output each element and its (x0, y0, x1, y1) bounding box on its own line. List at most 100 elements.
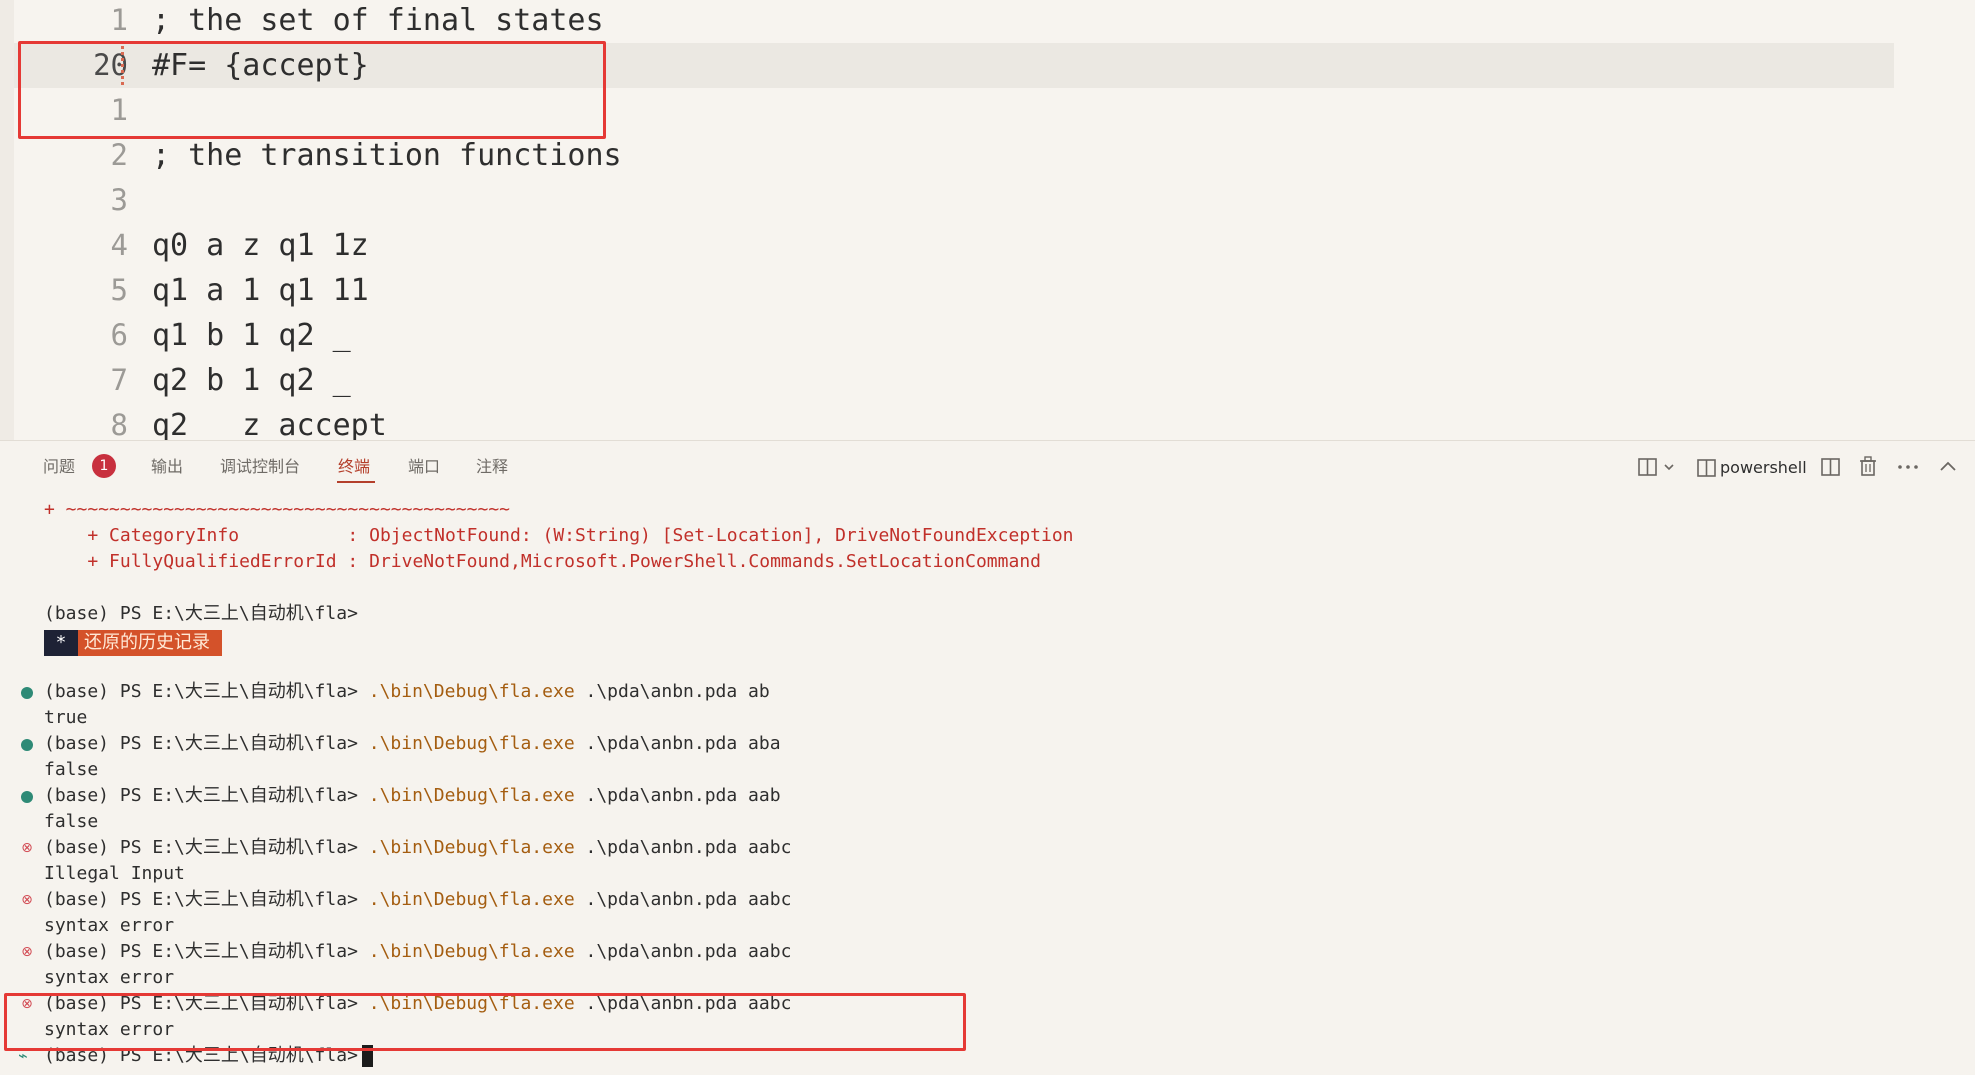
terminal-command-line: (base) PS E:\大三上\自动机\fla> .\bin\Debug\fl… (44, 939, 791, 965)
code-text[interactable]: q1 a 1 q1 11 (152, 268, 369, 313)
terminal-error-line: + CategoryInfo : ObjectNotFound: (W:Stri… (44, 525, 1074, 546)
code-line-current[interactable]: 20 #F= {accept} (14, 43, 1894, 88)
code-line[interactable]: 3 (14, 178, 1894, 223)
prompt-text: (base) PS E:\大三上\自动机\fla> (44, 1045, 358, 1066)
command-text: .\bin\Debug\fla.exe (368, 889, 575, 910)
code-text[interactable]: q2 z accept (152, 403, 387, 440)
command-text: .\bin\Debug\fla.exe (368, 837, 575, 858)
code-text[interactable]: #F= {accept} (152, 43, 369, 88)
terminal-profile-button[interactable]: powershell (1696, 454, 1807, 480)
terminal-output-line: Illegal Input (44, 863, 185, 884)
terminal-prompt-line: (base) PS E:\大三上\自动机\fla> (44, 601, 358, 627)
prompt-text: (base) PS E:\大三上\自动机\fla> (44, 603, 358, 624)
split-layout-icon (1638, 458, 1674, 476)
restored-history-banner: * 还原的历史记录 (44, 630, 222, 656)
terminal-output-line: false (44, 759, 99, 780)
command-args: .\pda\anbn.pda aabc (585, 889, 792, 910)
kill-terminal-button[interactable] (1857, 454, 1879, 480)
chevron-up-icon (1940, 461, 1956, 471)
command-args: .\pda\anbn.pda aabc (585, 941, 792, 962)
command-text: .\bin\Debug\fla.exe (368, 785, 575, 806)
restore-text: 还原的历史记录 (84, 632, 210, 653)
line-number: 8 (110, 408, 128, 440)
split-layout-button[interactable] (1637, 454, 1679, 480)
code-line[interactable]: 4 q0 a z q1 1z (14, 223, 1894, 268)
panel-tab-bar: 问题 1 输出 调试控制台 终端 端口 注释 powershell (0, 441, 1975, 491)
command-args: .\pda\anbn.pda aabc (585, 837, 792, 858)
prompt-text: (base) PS E:\大三上\自动机\fla> (44, 733, 358, 754)
code-line[interactable]: 5 q1 a 1 q1 11 (14, 268, 1894, 313)
more-icon (1898, 465, 1918, 469)
modified-line-gutter-marker (121, 46, 124, 88)
line-number: 2 (110, 138, 128, 172)
bottom-panel: 问题 1 输出 调试控制台 终端 端口 注释 powershell + ~~~~… (0, 441, 1975, 1075)
command-args: .\pda\anbn.pda aba (585, 733, 781, 754)
command-error-decoration-icon[interactable]: ⊗ (20, 945, 34, 960)
trash-icon (1860, 456, 1876, 476)
terminal-output-line: syntax error (44, 1019, 175, 1040)
line-number: 7 (110, 363, 128, 397)
code-line[interactable]: 8 q2 z accept (14, 403, 1894, 440)
tab-ports[interactable]: 端口 (408, 455, 440, 479)
command-text: .\bin\Debug\fla.exe (368, 993, 575, 1014)
split-terminal-icon (1821, 458, 1840, 476)
prompt-text: (base) PS E:\大三上\自动机\fla> (44, 837, 358, 858)
code-editor[interactable]: 1 ; the set of final states 20 #F= {acce… (0, 0, 1975, 440)
command-text: .\bin\Debug\fla.exe (368, 941, 575, 962)
code-text[interactable]: ; the transition functions (152, 133, 622, 178)
line-number: 1 (110, 3, 128, 37)
terminal-error-line: + ~~~~~~~~~~~~~~~~~~~~~~~~~~~~~~~~~~~~~~… (44, 499, 510, 520)
command-success-decoration-icon[interactable] (21, 739, 33, 751)
prompt-text: (base) PS E:\大三上\自动机\fla> (44, 889, 358, 910)
command-args: .\pda\anbn.pda aab (585, 785, 781, 806)
prompt-text: (base) PS E:\大三上\自动机\fla> (44, 993, 358, 1014)
tab-output[interactable]: 输出 (151, 455, 183, 479)
command-args: .\pda\anbn.pda ab (585, 681, 770, 702)
command-success-decoration-icon[interactable] (21, 791, 33, 803)
command-success-decoration-icon[interactable] (21, 687, 33, 699)
terminal-profile-label: powershell (1720, 457, 1807, 477)
command-text: .\bin\Debug\fla.exe (368, 733, 575, 754)
terminal-output-line: false (44, 811, 99, 832)
command-text: .\bin\Debug\fla.exe (368, 681, 575, 702)
terminal-cursor (361, 1045, 373, 1067)
terminal-output-line: true (44, 707, 88, 728)
command-error-decoration-icon[interactable]: ⊗ (20, 841, 34, 856)
code-line[interactable]: 2 ; the transition functions (14, 133, 1894, 178)
prompt-decoration-icon[interactable]: ⌁ (18, 1046, 28, 1066)
terminal-output-line: syntax error (44, 915, 175, 936)
prompt-text: (base) PS E:\大三上\自动机\fla> (44, 941, 358, 962)
command-error-decoration-icon[interactable]: ⊗ (20, 997, 34, 1012)
more-actions-button[interactable] (1896, 454, 1920, 480)
terminal-input-line[interactable]: (base) PS E:\大三上\自动机\fla> (44, 1043, 373, 1069)
code-text[interactable]: q0 a z q1 1z (152, 223, 369, 268)
code-line[interactable]: 1 (14, 88, 1894, 133)
command-args: .\pda\anbn.pda aabc (585, 993, 792, 1014)
editor-left-strip (0, 0, 14, 440)
command-error-decoration-icon[interactable]: ⊗ (20, 893, 34, 908)
code-line[interactable]: 1 ; the set of final states (14, 0, 1894, 43)
tab-problems[interactable]: 问题 (43, 455, 75, 479)
code-line[interactable]: 6 q1 b 1 q2 _ (14, 313, 1894, 358)
code-text[interactable]: q1 b 1 q2 _ (152, 313, 351, 358)
terminal-command-line: (base) PS E:\大三上\自动机\fla> .\bin\Debug\fl… (44, 783, 781, 809)
prompt-text: (base) PS E:\大三上\自动机\fla> (44, 681, 358, 702)
problems-count-badge: 1 (92, 454, 116, 478)
line-number: 3 (110, 183, 128, 217)
line-number: 5 (110, 273, 128, 307)
tab-comments[interactable]: 注释 (476, 455, 508, 479)
split-terminal-button[interactable] (1820, 454, 1842, 480)
code-text[interactable]: q2 b 1 q2 _ (152, 358, 351, 403)
terminal-command-line: (base) PS E:\大三上\自动机\fla> .\bin\Debug\fl… (44, 991, 791, 1017)
tab-debug-console[interactable]: 调试控制台 (220, 455, 300, 479)
restore-star: * (44, 630, 78, 656)
line-number: 6 (110, 318, 128, 352)
terminal-output-line: syntax error (44, 967, 175, 988)
code-line[interactable]: 7 q2 b 1 q2 _ (14, 358, 1894, 403)
code-text[interactable]: ; the set of final states (152, 0, 604, 43)
tab-terminal[interactable]: 终端 (338, 455, 370, 479)
prompt-text: (base) PS E:\大三上\自动机\fla> (44, 785, 358, 806)
maximize-panel-button[interactable] (1937, 454, 1959, 480)
terminal-command-line: (base) PS E:\大三上\自动机\fla> .\bin\Debug\fl… (44, 887, 791, 913)
terminal-icon (1697, 458, 1716, 477)
